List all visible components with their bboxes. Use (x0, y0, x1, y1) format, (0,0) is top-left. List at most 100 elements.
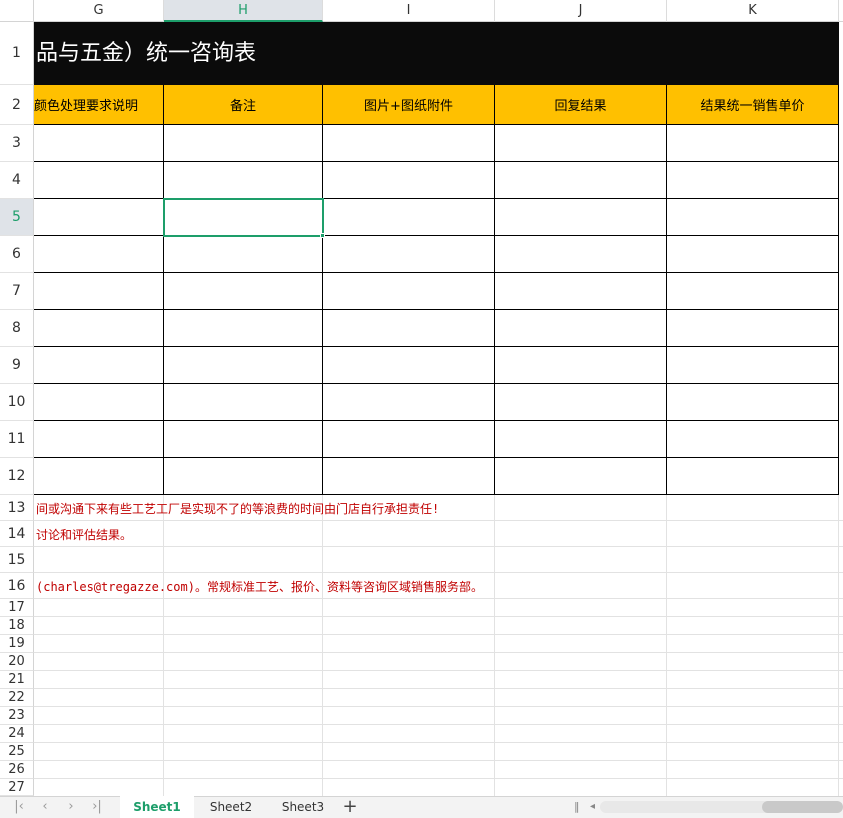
cell-k6[interactable] (667, 236, 839, 273)
row-header-10[interactable]: 10 (0, 384, 34, 421)
row-header-18[interactable]: 18 (0, 617, 34, 635)
cell-k10[interactable] (667, 384, 839, 421)
cell-g12[interactable] (34, 458, 164, 495)
tab-sheet1[interactable]: Sheet1 (120, 796, 194, 818)
row-header-19[interactable]: 19 (0, 635, 34, 653)
cell-g10[interactable] (34, 384, 164, 421)
active-cell-h5[interactable] (163, 198, 324, 237)
fill-handle[interactable] (320, 233, 325, 238)
column-header-i[interactable]: I (323, 0, 495, 22)
row-header-16[interactable]: 16 (0, 573, 34, 599)
row-header-6[interactable]: 6 (0, 236, 34, 273)
cell-h8[interactable] (164, 310, 323, 347)
cell-g8[interactable] (34, 310, 164, 347)
row-header-13[interactable]: 13 (0, 495, 34, 521)
tab-sheet2[interactable]: Sheet2 (196, 796, 266, 818)
row-header-22[interactable]: 22 (0, 689, 34, 707)
cell-h6[interactable] (164, 236, 323, 273)
row-header-7[interactable]: 7 (0, 273, 34, 310)
column-header-j[interactable]: J (495, 0, 667, 22)
header-unit-price[interactable]: 结果统一销售单价 (667, 85, 839, 125)
cell-k12[interactable] (667, 458, 839, 495)
last-sheet-icon[interactable]: ›| (86, 796, 108, 818)
row-header-4[interactable]: 4 (0, 162, 34, 199)
cell-h4[interactable] (164, 162, 323, 199)
row-header-9[interactable]: 9 (0, 347, 34, 384)
cell-k3[interactable] (667, 125, 839, 162)
row-header-11[interactable]: 11 (0, 421, 34, 458)
row-header-8[interactable]: 8 (0, 310, 34, 347)
row-header-24[interactable]: 24 (0, 725, 34, 743)
row-header-27[interactable]: 27 (0, 779, 34, 796)
column-header-k[interactable]: K (667, 0, 839, 22)
header-attachments[interactable]: 图片+图纸附件 (323, 85, 495, 125)
cell-j7[interactable] (495, 273, 667, 310)
cell-j8[interactable] (495, 310, 667, 347)
row-header-12[interactable]: 12 (0, 458, 34, 495)
next-sheet-icon[interactable]: › (60, 796, 82, 818)
cell-h3[interactable] (164, 125, 323, 162)
row-header-14[interactable]: 14 (0, 521, 34, 547)
cell-k9[interactable] (667, 347, 839, 384)
cell-k5[interactable] (667, 199, 839, 236)
cell-g3[interactable] (34, 125, 164, 162)
cell-j10[interactable] (495, 384, 667, 421)
header-remarks[interactable]: 备注 (164, 85, 323, 125)
row-header-23[interactable]: 23 (0, 707, 34, 725)
row-header-3[interactable]: 3 (0, 125, 34, 162)
cell-h12[interactable] (164, 458, 323, 495)
header-color-requirements[interactable]: 颜色处理要求说明 (34, 85, 164, 125)
row-header-17[interactable]: 17 (0, 599, 34, 617)
cell-g6[interactable] (34, 236, 164, 273)
cell-i7[interactable] (323, 273, 495, 310)
row-header-15[interactable]: 15 (0, 547, 34, 573)
row-header-20[interactable]: 20 (0, 653, 34, 671)
cell-j11[interactable] (495, 421, 667, 458)
cell-i11[interactable] (323, 421, 495, 458)
cell-g9[interactable] (34, 347, 164, 384)
cell-k11[interactable] (667, 421, 839, 458)
row-header-25[interactable]: 25 (0, 743, 34, 761)
row-header-1[interactable]: 1 (0, 22, 34, 85)
cell-j12[interactable] (495, 458, 667, 495)
prev-sheet-icon[interactable]: ‹ (34, 796, 56, 818)
cell-g4[interactable] (34, 162, 164, 199)
cell-g5[interactable] (34, 199, 164, 236)
cell-g11[interactable] (34, 421, 164, 458)
cell-k4[interactable] (667, 162, 839, 199)
cell-j5[interactable] (495, 199, 667, 236)
row-header-2[interactable]: 2 (0, 85, 34, 125)
column-header-g[interactable]: G (34, 0, 164, 22)
cell-i10[interactable] (323, 384, 495, 421)
cell-k8[interactable] (667, 310, 839, 347)
cell-i4[interactable] (323, 162, 495, 199)
row-header-5[interactable]: 5 (0, 199, 34, 236)
cell-j6[interactable] (495, 236, 667, 273)
cell-j3[interactable] (495, 125, 667, 162)
select-all-corner[interactable] (0, 0, 34, 22)
cell-j4[interactable] (495, 162, 667, 199)
row-header-21[interactable]: 21 (0, 671, 34, 689)
plus-icon[interactable]: + (340, 796, 360, 818)
first-sheet-icon[interactable]: |‹ (8, 796, 30, 818)
tab-sheet3[interactable]: Sheet3 (268, 796, 338, 818)
column-header-h[interactable]: H (164, 0, 323, 22)
splitter-handle-icon[interactable]: ‖ (574, 796, 580, 818)
cell-i3[interactable] (323, 125, 495, 162)
cell-h7[interactable] (164, 273, 323, 310)
cell-h9[interactable] (164, 347, 323, 384)
cell-j9[interactable] (495, 347, 667, 384)
cell-i8[interactable] (323, 310, 495, 347)
cell-i9[interactable] (323, 347, 495, 384)
header-reply-result[interactable]: 回复结果 (495, 85, 667, 125)
cell-h11[interactable] (164, 421, 323, 458)
cell-h10[interactable] (164, 384, 323, 421)
row-header-26[interactable]: 26 (0, 761, 34, 779)
cell-i12[interactable] (323, 458, 495, 495)
horizontal-scrollbar-thumb[interactable] (762, 801, 843, 813)
scroll-left-icon[interactable]: ◂ (590, 796, 595, 818)
cell-k7[interactable] (667, 273, 839, 310)
cell-i5[interactable] (323, 199, 495, 236)
cell-i6[interactable] (323, 236, 495, 273)
cell-g7[interactable] (34, 273, 164, 310)
